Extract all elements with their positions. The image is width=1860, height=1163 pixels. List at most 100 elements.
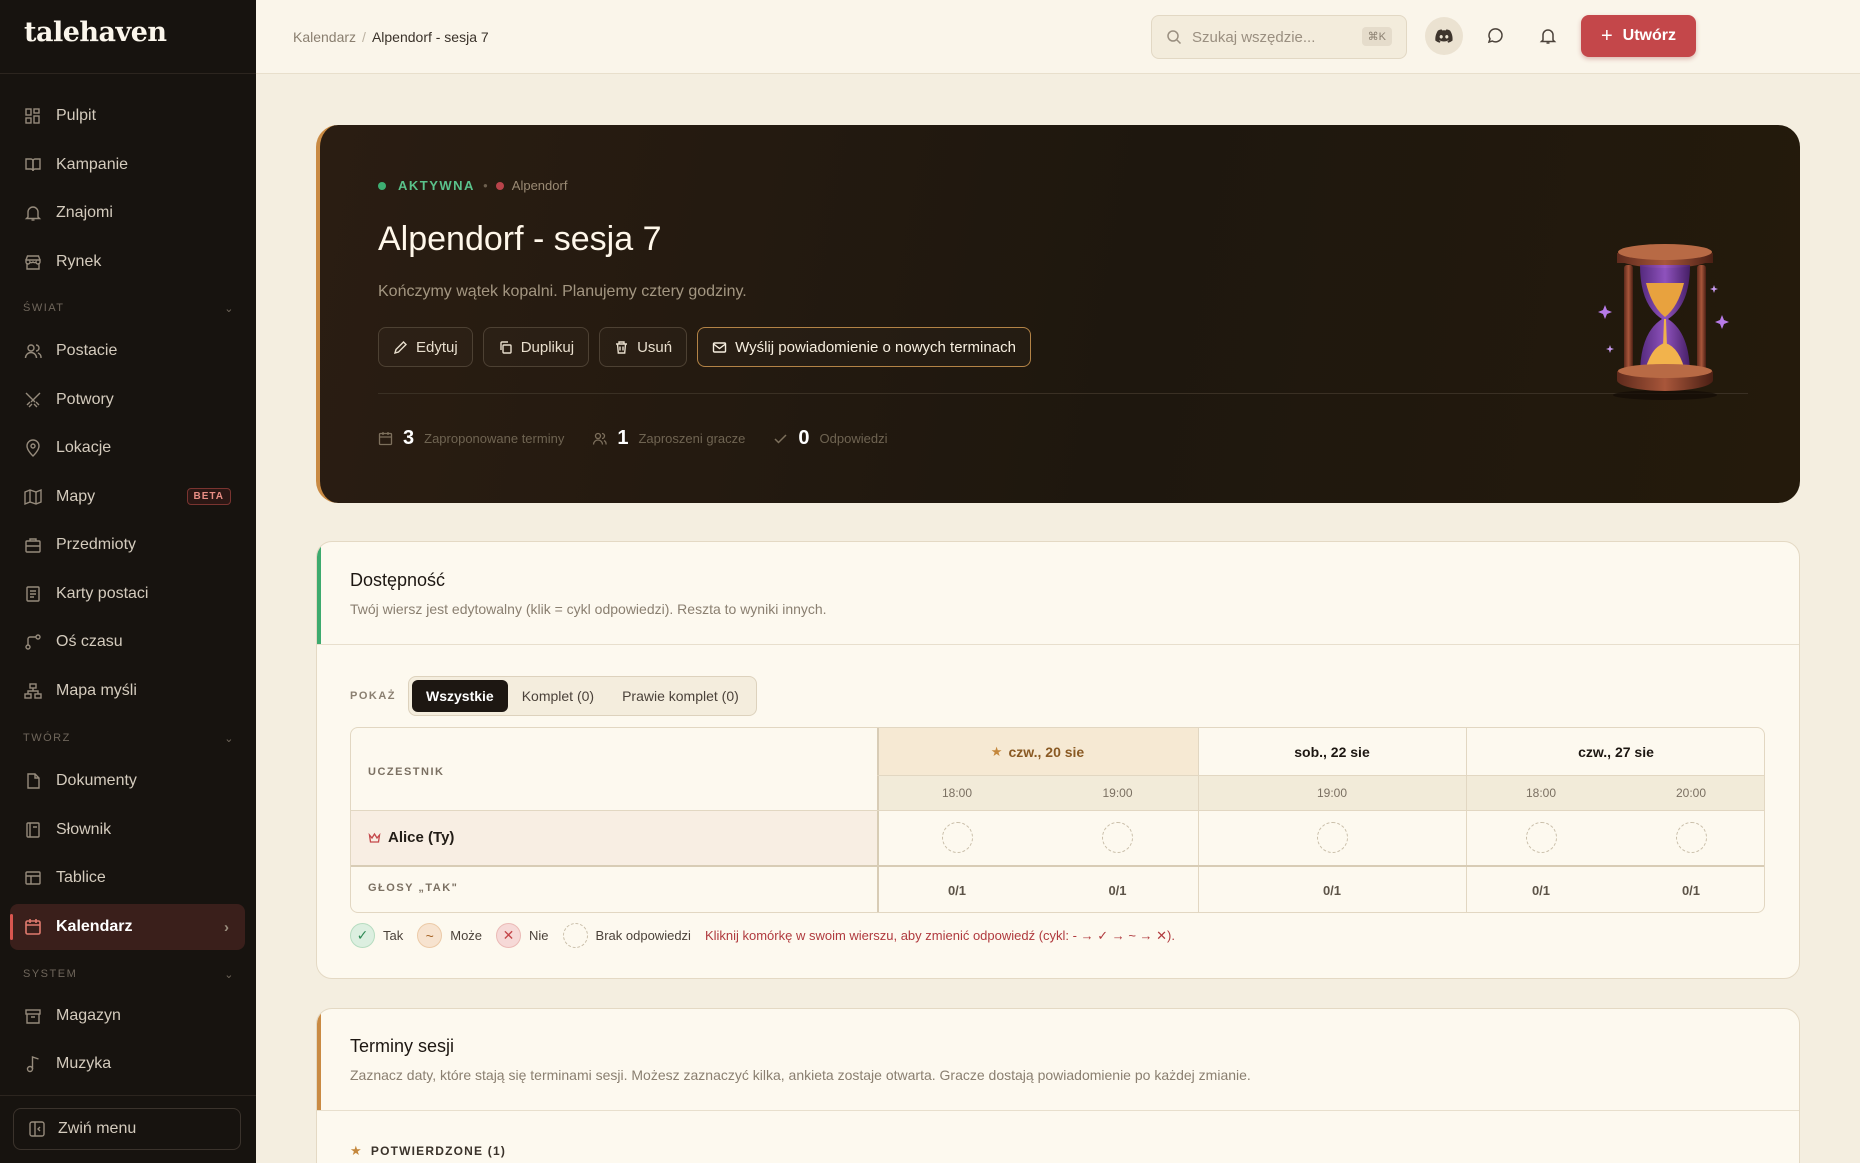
sidebar-item-kampanie[interactable]: Kampanie [10,142,245,188]
availability-cell[interactable] [877,810,1037,865]
availability-hint: Kliknij komórkę w swoim wierszu, aby zmi… [704,927,1175,943]
filter-all[interactable]: Wszystkie [412,680,508,712]
availability-cell[interactable] [1198,810,1466,865]
sidebar-item-przedmioty[interactable]: Przedmioty [10,522,245,568]
availability-cell[interactable] [1466,810,1616,865]
chevron-down-icon: ⌄ [224,733,235,745]
day-header-thu-20: ★ czw., 20 sie [877,728,1198,775]
availability-cell[interactable] [1037,810,1198,865]
delete-label: Usuń [637,338,673,356]
chevron-down-icon: ⌄ [224,303,235,315]
delete-button[interactable]: Usuń [599,327,688,367]
sidebar-item-label: Mapy [56,488,96,505]
notify-button[interactable]: Wyślij powiadomienie o nowych terminach [697,327,1031,367]
duplicate-button[interactable]: Duplikuj [482,327,590,367]
file-icon [27,773,40,789]
participant-column-header: UCZESTNIK [368,766,445,778]
sidebar-item-label: Karty postaci [56,585,149,602]
create-button[interactable]: + Utwórz [1581,15,1696,57]
sidebar-item-karty-postaci[interactable]: Karty postaci [10,571,245,617]
card-accent [317,1009,321,1111]
hero-actions: Edytuj Duplikuj Usuń Wyślij powiadomieni… [378,327,1031,367]
status-badge: AKTYWNA [398,178,475,193]
sidebar-item-label: Muzyka [56,1055,112,1072]
breadcrumb-separator: / [362,29,366,45]
sidebar-item-muzyka[interactable]: Muzyka [10,1041,245,1087]
sidebar-divider [0,73,256,74]
sidebar-item-potwory[interactable]: Potwory [10,377,245,423]
dashboard-icon [25,108,40,124]
notifications-button[interactable] [1529,17,1567,55]
sidebar-item-dokumenty[interactable]: Dokumenty [10,758,245,804]
availability-grid: UCZESTNIK ★ czw., 20 sie sob., 22 sie cz… [350,727,1765,913]
sidebar-item-mapa-mysli[interactable]: Mapa myśli [10,668,245,714]
search-icon [1167,30,1182,45]
status-row: AKTYWNA ● Alpendorf [378,178,567,193]
sidebar-item-lokacje[interactable]: Lokacje [10,425,245,471]
mindmap-icon [24,683,42,699]
beta-badge: BETA [186,488,231,505]
stat-label: Zaproszeni gracze [638,431,746,446]
sidebar-item-tablice[interactable]: Tablice [10,855,245,901]
filter-label: POKAŻ [350,690,396,702]
breadcrumb-link-kalendarz[interactable]: Kalendarz [293,29,356,45]
votes-count: 0/1 [1531,883,1551,898]
sidebar-item-pulpit[interactable]: Pulpit [10,93,245,139]
pencil-icon [393,340,407,354]
no-response-indicator [562,923,588,948]
filter-almost-complete[interactable]: Prawie komplet (0) [608,680,753,712]
day-header-sat-22: sob., 22 sie [1198,728,1466,775]
sidebar: talehaven Pulpit Kampanie Znajomi Rynek … [0,0,256,1163]
session-dates-title: Terminy sesji [350,1036,455,1056]
briefcase-icon [25,538,41,553]
time-slot-header: 18:00 [1525,785,1557,800]
calendar-icon [25,919,41,935]
sidebar-item-postacie[interactable]: Postacie [10,328,245,374]
collapse-menu-button[interactable]: Zwiń menu [13,1108,241,1150]
x-icon: ✕ [496,923,522,948]
confirmed-dates-header: ★ POTWIERDZONE (1) [350,1143,506,1159]
session-description: Kończymy wątek kopalni. Planujemy cztery… [378,283,747,300]
sidebar-item-os-czasu[interactable]: Oś czasu [10,619,245,665]
discord-button[interactable] [1425,17,1463,55]
sidebar-item-label: Rynek [56,253,102,270]
sidebar-item-znajomi[interactable]: Znajomi [10,190,245,236]
day-header-thu-27: czw., 27 sie [1466,728,1764,775]
users-icon [593,432,607,445]
mail-icon [712,341,727,353]
sidebar-item-label: Potwory [56,391,114,408]
music-icon [26,1056,39,1073]
time-slot-header: 19:00 [1316,785,1348,800]
crown-icon [368,832,381,843]
sidebar-item-rynek[interactable]: Rynek [10,239,245,285]
no-response-indicator [1316,822,1348,853]
sidebar-item-mapy[interactable]: Mapy BETA [10,474,245,520]
page-title: Alpendorf - sesja 7 [378,220,662,258]
app-logo[interactable]: talehaven [24,17,167,48]
discord-icon [1435,29,1453,43]
section-create-header[interactable]: TWÓRZ ⌄ [23,732,235,745]
sidebar-item-label: Dokumenty [56,772,137,789]
section-world-header[interactable]: ŚWIAT ⌄ [23,302,235,315]
edit-button[interactable]: Edytuj [378,327,473,367]
search-shortcut: ⌘K [1361,27,1392,46]
availability-subtitle: Twój wiersz jest edytowalny (klik = cykl… [350,601,827,617]
messages-button[interactable] [1476,17,1514,55]
campaign-link[interactable]: Alpendorf [512,178,568,193]
availability-cell[interactable] [1616,810,1764,865]
sidebar-collapse-icon [29,1121,45,1137]
sidebar-item-slownik[interactable]: Słownik [10,807,245,853]
section-system-header[interactable]: SYSTEM ⌄ [23,968,235,981]
separator-dot: ● [482,181,488,190]
section-label: ŚWIAT [23,302,65,314]
copy-icon [500,340,512,354]
session-dates-subtitle: Zaznacz daty, które stają się terminami … [350,1067,1251,1083]
legend-label: Nie [529,928,549,943]
book-icon [25,158,41,172]
sidebar-item-kalendarz[interactable]: Kalendarz › [10,904,245,950]
duplicate-label: Duplikuj [520,338,575,356]
tilde-icon: ~ [417,923,443,948]
search-input[interactable]: Szukaj wszędzie... ⌘K [1151,15,1407,59]
sidebar-item-magazyn[interactable]: Magazyn [10,993,245,1039]
filter-complete[interactable]: Komplet (0) [508,680,608,712]
